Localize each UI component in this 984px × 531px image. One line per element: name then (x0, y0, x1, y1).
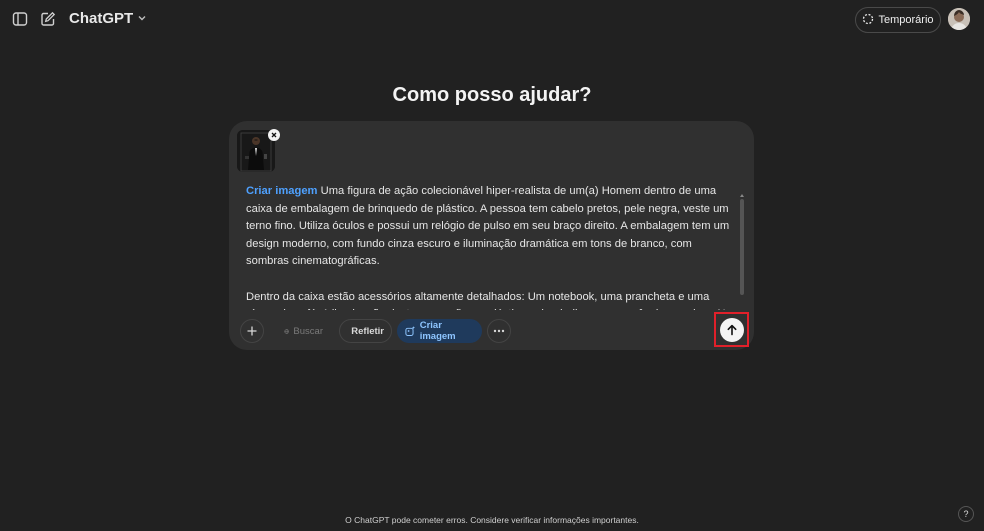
create-image-tool-label: Criar imagem (419, 320, 456, 342)
create-image-tool-button[interactable]: Criar imagem (397, 319, 482, 343)
prompt-paragraph: Criar imagem Uma figura de ação colecion… (246, 183, 736, 271)
arrow-up-icon (727, 324, 737, 336)
scrollbar-thumb[interactable] (740, 199, 744, 295)
search-tool-button[interactable]: Buscar (276, 319, 331, 343)
footer-disclaimer: O ChatGPT pode cometer erros. Considere … (345, 515, 639, 525)
image-sparkle-icon (405, 326, 416, 336)
help-label: ? (963, 509, 969, 519)
prompt-text-2: Dentro da caixa estão acessórios altamen… (246, 290, 732, 310)
new-chat-icon[interactable] (36, 7, 60, 31)
model-label: ChatGPT (69, 10, 134, 27)
top-bar: ChatGPT Temporário (0, 0, 984, 40)
think-tool-label: Refletir (351, 325, 384, 337)
more-horizontal-icon (493, 329, 505, 333)
temporary-chat-label: Temporário (878, 14, 934, 26)
help-button[interactable]: ? (958, 506, 974, 522)
plus-icon (247, 326, 257, 336)
page-title: Como posso ajudar? (392, 84, 592, 106)
prompt-input[interactable]: Criar imagem Uma figura de ação colecion… (246, 183, 736, 310)
create-image-tag: Criar imagem (246, 185, 318, 197)
think-tool-button[interactable]: Refletir (339, 319, 392, 343)
temporary-chat-button[interactable]: Temporário (855, 7, 941, 33)
temporary-chat-icon (862, 13, 874, 28)
chevron-down-icon (137, 10, 147, 27)
close-icon (271, 132, 277, 138)
send-button[interactable] (720, 318, 744, 342)
more-tools-button[interactable] (487, 319, 511, 343)
prompt-text-1: Uma figura de ação colecionável hiper-re… (246, 185, 730, 268)
avatar[interactable] (948, 8, 970, 30)
scroll-up-arrow-icon[interactable] (740, 185, 744, 197)
globe-icon (284, 328, 290, 334)
model-selector[interactable]: ChatGPT (69, 10, 147, 27)
sidebar-toggle-icon[interactable] (8, 7, 32, 31)
remove-attachment-button[interactable] (268, 129, 280, 141)
add-attachment-button[interactable] (240, 319, 264, 343)
search-tool-label: Buscar (293, 325, 323, 337)
prompt-composer: Criar imagem Uma figura de ação colecion… (229, 121, 754, 350)
